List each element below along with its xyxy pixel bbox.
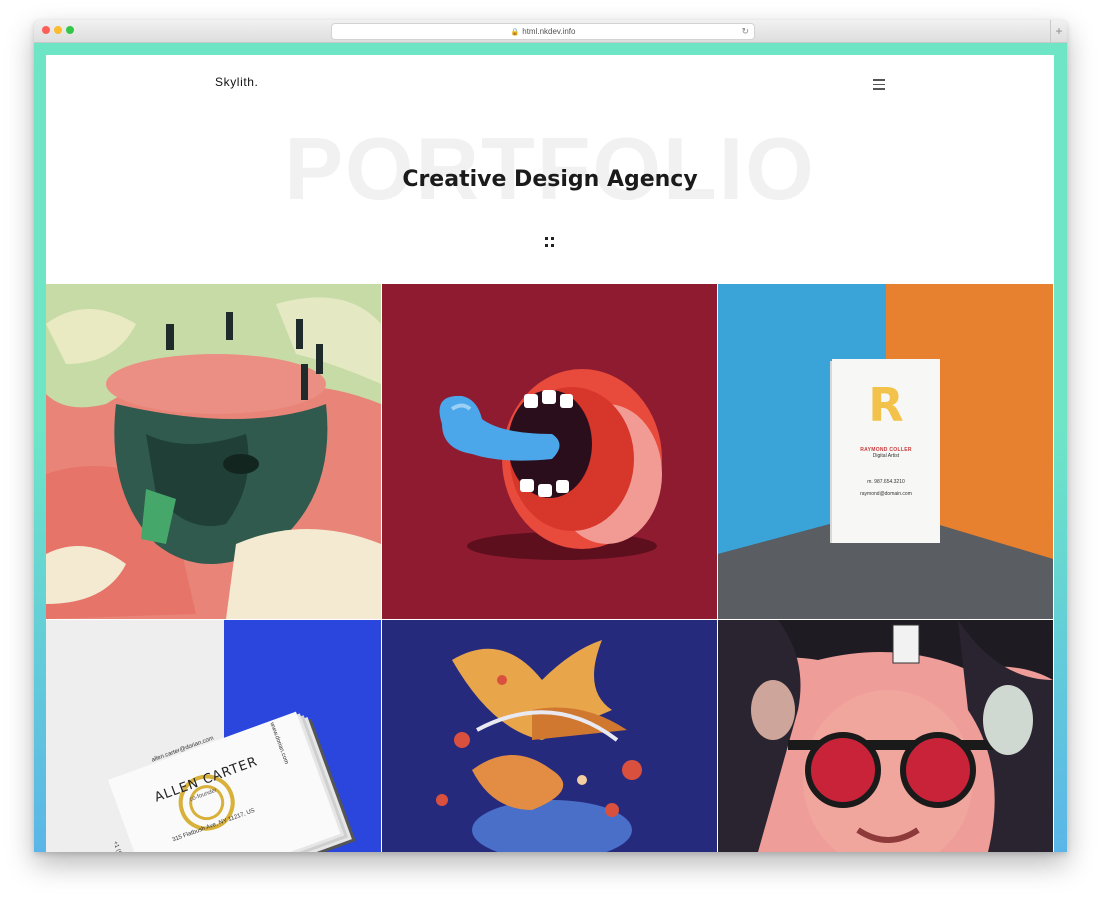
- hummingbird-fantasy-illustration: [382, 620, 717, 852]
- hamburger-icon[interactable]: [873, 79, 885, 93]
- mouth-tongue-3d-render: [382, 284, 717, 619]
- page-title: Creative Design Agency: [402, 167, 698, 192]
- address-bar[interactable]: 🔒 html.nkdev.info ↻: [331, 23, 755, 40]
- minimize-window-button[interactable]: [54, 26, 62, 34]
- portfolio-item-mouth[interactable]: [382, 284, 717, 619]
- business-card-r: R RAYMOND COLLER Digital Artist m. 987.6…: [832, 359, 940, 543]
- url-text: html.nkdev.info: [522, 27, 576, 36]
- portfolio-grid: R RAYMOND COLLER Digital Artist m. 987.6…: [46, 284, 1054, 852]
- card-web: www.dorian.com: [268, 721, 290, 766]
- browser-titlebar: 🔒 html.nkdev.info ↻ +: [34, 20, 1067, 43]
- lock-icon: 🔒: [510, 29, 520, 36]
- portfolio-item-surreal-head[interactable]: [46, 284, 381, 619]
- card-letter: R: [868, 378, 904, 432]
- new-tab-button[interactable]: +: [1050, 20, 1067, 42]
- portfolio-item-sunglasses[interactable]: [718, 620, 1053, 852]
- zoom-window-button[interactable]: [66, 26, 74, 34]
- card-phone: m. 987.654.3210: [867, 479, 905, 485]
- close-window-button[interactable]: [42, 26, 50, 34]
- portfolio-item-card-r[interactable]: R RAYMOND COLLER Digital Artist m. 987.6…: [718, 284, 1053, 619]
- web-page: Skylith. PORTFOLIO Creative Design Agenc…: [46, 55, 1054, 852]
- card-address: 315 Flatbush Ave, NY 11217, US: [171, 807, 256, 844]
- sunglasses-portrait-collage: [718, 620, 1053, 852]
- portfolio-item-hummingbird[interactable]: [382, 620, 717, 852]
- surreal-head-illustration: [46, 284, 381, 619]
- card-role: Digital Artist: [872, 453, 900, 459]
- site-logo[interactable]: Skylith.: [215, 75, 258, 89]
- reload-icon[interactable]: ↻: [741, 24, 749, 39]
- browser-window: 🔒 html.nkdev.info ↻ + Skylith. PORTFOLIO …: [34, 20, 1067, 852]
- portfolio-item-cards-stack[interactable]: allen.carter@dorian.com ALLEN CARTER co-…: [46, 620, 381, 852]
- card-email: raymond@domain.com: [860, 491, 912, 497]
- card-name: ALLEN CARTER: [152, 754, 260, 806]
- grid-dots-icon[interactable]: [545, 237, 555, 247]
